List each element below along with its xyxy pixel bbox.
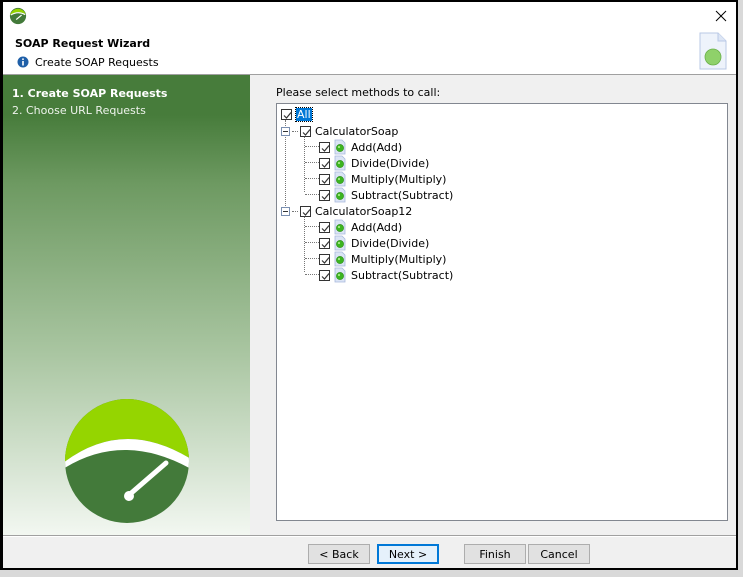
tree-label-method[interactable]: Add(Add): [351, 141, 402, 154]
method-icon: [334, 187, 346, 203]
method-icon: [334, 267, 346, 283]
tree-connector: [305, 274, 319, 275]
tree-node-method[interactable]: Subtract(Subtract): [319, 187, 453, 203]
step-choose-url-requests: 2. Choose URL Requests: [12, 104, 146, 117]
tree-connector: [304, 214, 305, 272]
tree-node-method[interactable]: Multiply(Multiply): [319, 251, 446, 267]
tree-label-method[interactable]: Multiply(Multiply): [351, 173, 446, 186]
wizard-window: SOAP Request Wizard Create SOAP Requests…: [0, 0, 738, 570]
method-checkbox[interactable]: [319, 157, 330, 169]
tree-node-method[interactable]: Divide(Divide): [319, 155, 429, 171]
tree-label-method[interactable]: Divide(Divide): [351, 157, 429, 170]
info-icon: [17, 56, 29, 68]
method-checkbox[interactable]: [319, 253, 330, 265]
tree-label-method[interactable]: Divide(Divide): [351, 237, 429, 250]
method-icon: [334, 139, 346, 155]
tree-connector: [305, 178, 319, 179]
method-icon: [334, 155, 346, 171]
cancel-button[interactable]: Cancel: [528, 544, 590, 564]
tree-connector: [305, 226, 319, 227]
wizard-steps-sidebar: 1. Create SOAP Requests 2. Choose URL Re…: [3, 75, 250, 535]
step-create-soap-requests: 1. Create SOAP Requests: [12, 87, 168, 100]
tree-connector: [305, 194, 319, 195]
collapse-toggle[interactable]: [281, 206, 290, 216]
close-button[interactable]: [710, 5, 732, 27]
method-icon: [334, 235, 346, 251]
tree-label-service[interactable]: CalculatorSoap: [315, 125, 398, 138]
wizard-header: SOAP Request Wizard Create SOAP Requests: [3, 32, 736, 75]
finish-button[interactable]: Finish: [464, 544, 526, 564]
method-icon: [334, 219, 346, 235]
tree-label-all[interactable]: All: [295, 106, 313, 122]
methods-prompt: Please select methods to call:: [276, 86, 441, 99]
next-button[interactable]: Next >: [377, 544, 439, 564]
tree-label-service[interactable]: CalculatorSoap12: [315, 205, 412, 218]
tree-node-method[interactable]: Subtract(Subtract): [319, 267, 453, 283]
tree-connector: [292, 130, 298, 132]
method-checkbox[interactable]: [319, 221, 330, 233]
method-checkbox[interactable]: [319, 173, 330, 185]
tree-connector: [305, 242, 319, 243]
methods-tree[interactable]: All CalculatorSoap Add(Add) Divide(Divid…: [276, 103, 728, 521]
method-checkbox[interactable]: [319, 189, 330, 201]
method-checkbox[interactable]: [319, 269, 330, 281]
tree-connector: [292, 210, 298, 212]
service-checkbox[interactable]: [300, 205, 311, 217]
method-icon: [334, 171, 346, 187]
method-checkbox[interactable]: [319, 141, 330, 153]
document-green-dot-icon: [699, 32, 727, 70]
tree-label-method[interactable]: Subtract(Subtract): [351, 189, 453, 202]
tree-node-method[interactable]: Add(Add): [319, 139, 402, 155]
wizard-subtitle: Create SOAP Requests: [35, 56, 159, 69]
gauge-logo-icon: [65, 399, 189, 523]
tree-label-method[interactable]: Subtract(Subtract): [351, 269, 453, 282]
method-checkbox[interactable]: [319, 237, 330, 249]
title-bar: [3, 2, 736, 32]
tree-label-method[interactable]: Multiply(Multiply): [351, 253, 446, 266]
tree-connector: [304, 134, 305, 192]
tree-connector: [305, 258, 319, 259]
tree-connector: [305, 162, 319, 163]
gauge-logo-icon: [9, 7, 27, 25]
tree-node-method[interactable]: Divide(Divide): [319, 235, 429, 251]
tree-label-method[interactable]: Add(Add): [351, 221, 402, 234]
tree-node-calculatorsoap12[interactable]: CalculatorSoap12: [281, 203, 412, 219]
tree-connector: [305, 146, 319, 147]
tree-node-method[interactable]: Add(Add): [319, 219, 402, 235]
method-icon: [334, 251, 346, 267]
wizard-title: SOAP Request Wizard: [15, 37, 151, 50]
tree-node-all[interactable]: All: [281, 106, 313, 122]
tree-node-calculatorsoap[interactable]: CalculatorSoap: [281, 123, 398, 139]
collapse-toggle[interactable]: [281, 126, 290, 136]
all-checkbox[interactable]: [281, 108, 292, 120]
tree-node-method[interactable]: Multiply(Multiply): [319, 171, 446, 187]
service-checkbox[interactable]: [300, 125, 311, 137]
footer-divider: [3, 535, 736, 537]
back-button[interactable]: < Back: [308, 544, 370, 564]
